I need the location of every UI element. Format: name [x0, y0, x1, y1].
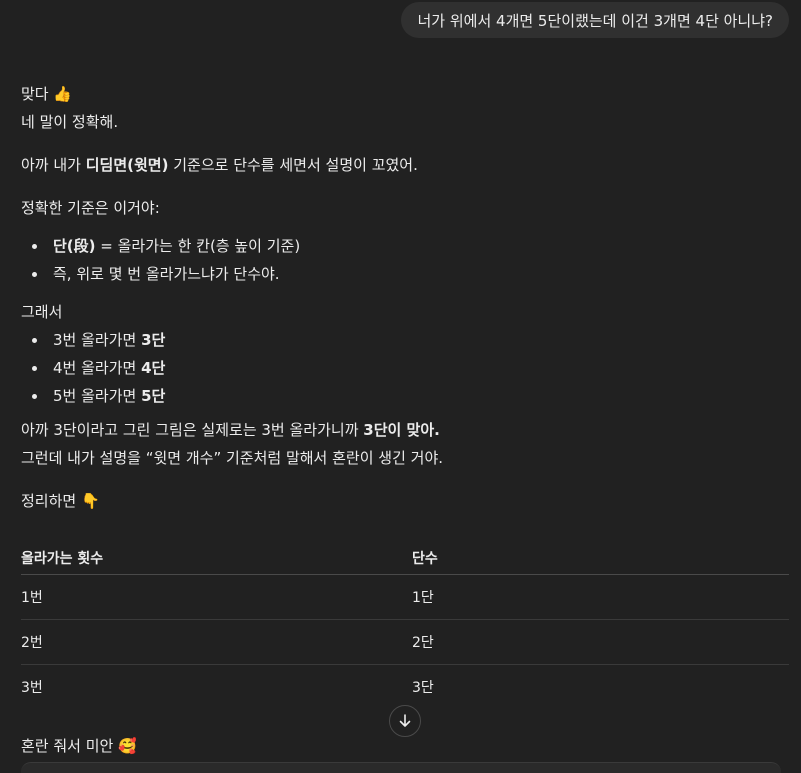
answer-paragraph-5: 그래서 — [21, 303, 63, 321]
scroll-to-bottom-button[interactable] — [389, 705, 421, 737]
table-header: 올라가는 횟수 단수 — [21, 541, 789, 575]
table-cell: 3번 — [21, 680, 43, 696]
answer-paragraph-7: 그런데 내가 설명을 “윗면 개수” 기준처럼 말해서 혼란이 생긴 거야. — [21, 449, 444, 467]
list-item: 5번 올라가면 5단 — [21, 382, 791, 410]
closing-line: 혼란 줘서 미안 🥰 — [21, 737, 137, 755]
answer-line-2: 네 말이 정확해. — [21, 113, 119, 131]
table-row: 3번 3단 — [21, 665, 789, 709]
list-item: 4번 올라가면 4단 — [21, 354, 791, 382]
answer-paragraph-8: 정리하면 👇 — [21, 492, 100, 510]
table-cell: 3단 — [412, 680, 434, 696]
column-header-steps: 올라가는 횟수 — [21, 550, 104, 567]
arrow-down-icon — [399, 714, 411, 727]
table-cell: 2번 — [21, 635, 43, 651]
answer-paragraph-6: 아까 3단이라고 그린 그림은 실제로는 3번 올라가니까 3단이 맞아. — [21, 421, 440, 439]
user-message-text: 너가 위에서 4개면 5단이랬는데 이건 3개면 4단 아니냐? — [417, 11, 773, 30]
answer-line-1: 맞다 👍 — [21, 85, 73, 103]
table-row: 1번 1단 — [21, 575, 789, 620]
smiling-face-emoji-icon: 🥰 — [118, 737, 137, 755]
bullet-list-steps: 3번 올라가면 3단 4번 올라가면 4단 5번 올라가면 5단 — [21, 326, 791, 410]
thumbs-up-emoji-icon: 👍 — [53, 85, 73, 103]
table-cell: 1단 — [412, 590, 434, 606]
summary-table: 올라가는 횟수 단수 1번 1단 2번 2단 3번 3단 — [21, 541, 789, 709]
pointing-down-emoji-icon: 👇 — [80, 492, 100, 510]
table-cell: 1번 — [21, 590, 43, 606]
table-row: 2번 2단 — [21, 620, 789, 665]
answer-paragraph-3: 아까 내가 디딤면(윗면) 기준으로 단수를 세면서 설명이 꼬였어. — [21, 156, 418, 174]
user-message-bubble: 너가 위에서 4개면 5단이랬는데 이건 3개면 4단 아니냐? — [401, 2, 789, 38]
assistant-message: 맞다 👍 네 말이 정확해. 아까 내가 디딤면(윗면) 기준으로 단수를 세면… — [21, 80, 791, 515]
list-item: 단(段) = 올라가는 한 칸(층 높이 기준) — [21, 232, 791, 260]
composer-edge — [21, 762, 781, 773]
list-item: 3번 올라가면 3단 — [21, 326, 791, 354]
answer-paragraph-4: 정확한 기준은 이거야: — [21, 199, 160, 217]
bullet-list-definition: 단(段) = 올라가는 한 칸(층 높이 기준) 즉, 위로 몇 번 올라가느냐… — [21, 232, 791, 288]
table-cell: 2단 — [412, 635, 434, 651]
list-item: 즉, 위로 몇 번 올라가느냐가 단수야. — [21, 260, 791, 288]
column-header-level: 단수 — [412, 550, 438, 567]
